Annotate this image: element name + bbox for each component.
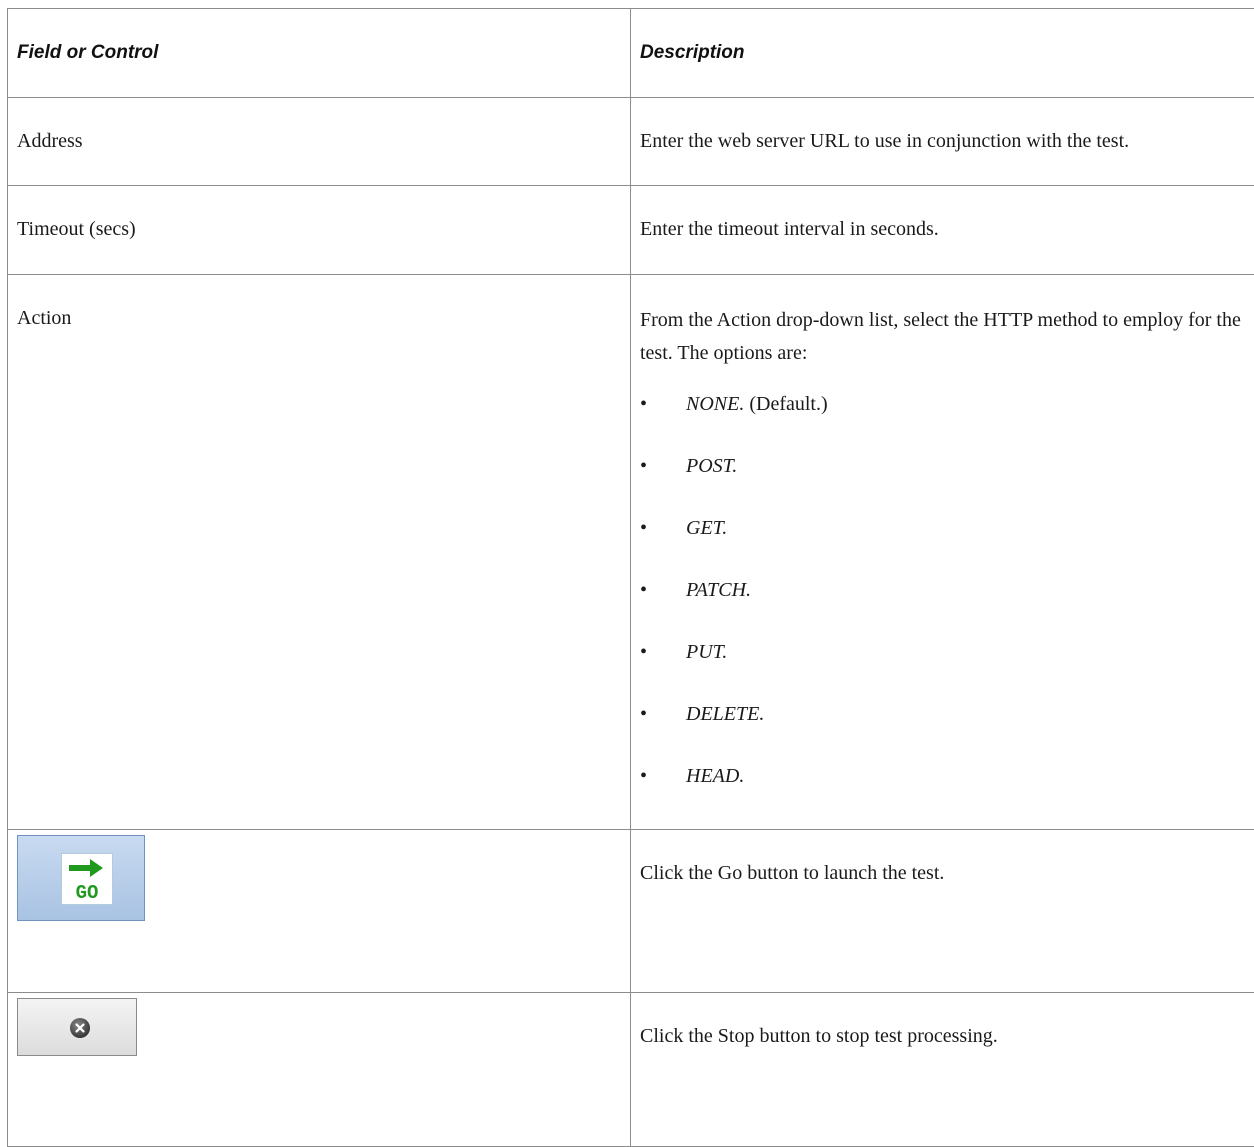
field-cell: GO (8, 830, 631, 993)
description-cell: Enter the web server URL to use in conju… (631, 98, 1254, 186)
description-text: Click the Stop button to stop test proce… (631, 993, 1254, 1050)
list-item: • PUT. (640, 638, 1254, 678)
stop-button[interactable] (17, 998, 137, 1056)
list-item: • GET. (640, 514, 1254, 554)
table-header-row: Field or Control Description (8, 9, 1254, 98)
go-icon: GO (61, 853, 113, 905)
field-cell: Timeout (secs) (8, 186, 631, 275)
column-header-description: Description (631, 9, 1254, 98)
option-name: POST. (686, 455, 737, 477)
bullet-icon: • (640, 452, 647, 480)
table-row: Click the Stop button to stop test proce… (8, 993, 1254, 1147)
field-cell: Address (8, 98, 631, 186)
option-name: GET. (686, 517, 727, 539)
description-cell: Enter the timeout interval in seconds. (631, 186, 1254, 275)
field-cell (8, 993, 631, 1147)
http-method-options-list: • NONE. (Default.) • POST. • GET. • PATCH. •… (640, 390, 1254, 802)
column-header-field: Field or Control (8, 9, 631, 98)
option-name: PATCH. (686, 579, 751, 601)
description-cell: Click the Go button to launch the test. (631, 830, 1254, 993)
stop-icon (69, 1017, 91, 1039)
list-item: • POST. (640, 452, 1254, 492)
option-name: NONE. (686, 393, 744, 415)
field-description-table: Field or Control Description Address Ent… (7, 8, 1254, 1147)
list-item: • HEAD. (640, 762, 1254, 802)
bullet-icon: • (640, 638, 647, 666)
description-text: Click the Go button to launch the test. (631, 830, 1254, 887)
description-cell: From the Action drop-down list, select t… (631, 275, 1254, 830)
field-name: Timeout (secs) (8, 186, 630, 243)
field-cell: Action (8, 275, 631, 830)
svg-text:GO: GO (76, 882, 99, 904)
table-row: Timeout (secs) Enter the timeout interva… (8, 186, 1254, 275)
description-text: Enter the web server URL to use in conju… (631, 98, 1254, 155)
bullet-icon: • (640, 762, 647, 790)
option-name: HEAD. (686, 765, 744, 787)
option-name: DELETE. (686, 703, 764, 725)
field-name: Action (8, 275, 630, 332)
table-row: Address Enter the web server URL to use … (8, 98, 1254, 186)
bullet-icon: • (640, 390, 647, 418)
list-item: • DELETE. (640, 700, 1254, 740)
field-name: Address (8, 98, 630, 155)
table-row: Action From the Action drop-down list, s… (8, 275, 1254, 830)
description-text: From the Action drop-down list, select t… (640, 304, 1254, 370)
description-cell: Click the Stop button to stop test proce… (631, 993, 1254, 1147)
bullet-icon: • (640, 576, 647, 604)
bullet-icon: • (640, 700, 647, 728)
table-row: GO Click the Go button to launch the tes… (8, 830, 1254, 993)
option-name: PUT. (686, 641, 727, 663)
list-item: • NONE. (Default.) (640, 390, 1254, 430)
go-button[interactable]: GO (17, 835, 145, 921)
option-note: (Default.) (749, 393, 827, 415)
description-text: Enter the timeout interval in seconds. (631, 186, 1254, 243)
list-item: • PATCH. (640, 576, 1254, 616)
bullet-icon: • (640, 514, 647, 542)
